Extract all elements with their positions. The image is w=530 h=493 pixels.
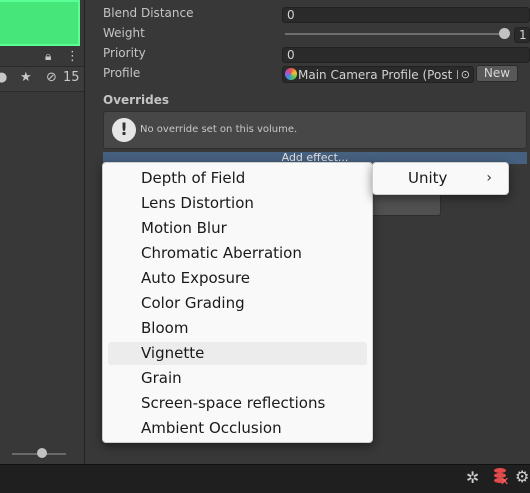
chevron-right-icon: › bbox=[486, 170, 492, 186]
effect-category-menu: Unity › bbox=[372, 162, 509, 195]
menu-item-motion-blur[interactable]: Motion Blur bbox=[108, 217, 367, 240]
weight-slider-handle[interactable] bbox=[499, 28, 510, 39]
menu-item-label: Motion Blur bbox=[141, 219, 227, 237]
post-process-profile-icon bbox=[285, 68, 297, 80]
menu-item-vignette[interactable]: Vignette bbox=[108, 342, 367, 365]
menu-item-label: Grain bbox=[141, 369, 182, 387]
weight-slider-track[interactable] bbox=[285, 33, 505, 35]
menu-item-label: Lens Distortion bbox=[141, 194, 254, 212]
info-icon: ! bbox=[112, 118, 136, 142]
priority-field[interactable]: 0 bbox=[282, 47, 530, 63]
menu-item-chromatic-aberration[interactable]: Chromatic Aberration bbox=[108, 242, 367, 265]
blend-distance-field[interactable]: 0 bbox=[282, 7, 530, 23]
menu-item-depth-of-field[interactable]: Depth of Field bbox=[108, 167, 367, 190]
menu-item-label: Screen-space reflections bbox=[141, 394, 326, 412]
weight-label: Weight bbox=[103, 26, 145, 40]
circle-toggle-icon[interactable]: ● bbox=[0, 71, 7, 85]
menu-item-label: Vignette bbox=[141, 344, 205, 362]
menu-item-lens-distortion[interactable]: Lens Distortion bbox=[108, 192, 367, 215]
menu-item-ambient-occlusion[interactable]: Ambient Occlusion bbox=[108, 417, 367, 440]
database-error-icon[interactable]: ✕ bbox=[494, 467, 509, 488]
new-profile-button[interactable]: New bbox=[476, 65, 518, 82]
scene-preview-thumbnail[interactable] bbox=[0, 0, 80, 46]
menu-item-grain[interactable]: Grain bbox=[108, 367, 367, 390]
menu-item-screen-space-reflections[interactable]: Screen-space reflections bbox=[108, 392, 367, 415]
add-effect-menu: Depth of Field Lens Distortion Motion Bl… bbox=[102, 162, 373, 443]
star-icon[interactable]: ★ bbox=[20, 71, 32, 85]
priority-label: Priority bbox=[103, 46, 146, 60]
status-bar bbox=[0, 464, 530, 493]
gear-icon[interactable]: ⚙ bbox=[515, 467, 529, 486]
scene-visibility-toolbar: ● ★ ⊘ 15 bbox=[0, 66, 84, 92]
menu-item-label: Unity bbox=[408, 169, 448, 187]
overrides-heading: Overrides bbox=[103, 93, 169, 107]
menu-item-color-grading[interactable]: Color Grading bbox=[108, 292, 367, 315]
eye-slash-icon[interactable]: ⊘ bbox=[46, 71, 57, 85]
menu-item-label: Chromatic Aberration bbox=[141, 244, 302, 262]
profile-label: Profile bbox=[103, 66, 141, 80]
weight-field[interactable]: 1 bbox=[514, 27, 530, 43]
menu-item-label: Auto Exposure bbox=[141, 269, 251, 287]
menu-item-label: Bloom bbox=[141, 319, 189, 337]
menu-item-unity[interactable]: Unity › bbox=[378, 167, 504, 190]
visibility-count: 15 bbox=[63, 70, 80, 85]
menu-item-label: Color Grading bbox=[141, 294, 245, 312]
more-options-icon[interactable]: ⋮ bbox=[66, 49, 79, 64]
help-message: No override set on this volume. bbox=[140, 124, 298, 135]
zoom-slider-handle[interactable] bbox=[37, 448, 47, 458]
menu-item-bloom[interactable]: Bloom bbox=[108, 317, 367, 340]
menu-item-label: Depth of Field bbox=[141, 169, 246, 187]
hierarchy-panel: 🔒︎ ⋮ ● ★ ⊘ 15 bbox=[0, 0, 85, 464]
menu-item-auto-exposure[interactable]: Auto Exposure bbox=[108, 267, 367, 290]
menu-item-label: Ambient Occlusion bbox=[141, 419, 282, 437]
profile-name: Main Camera Profile (Post P bbox=[298, 68, 458, 82]
lock-icon[interactable]: 🔒︎ bbox=[45, 49, 51, 64]
object-picker-icon[interactable]: ⊙ bbox=[461, 68, 470, 82]
bug-icon[interactable]: ✲ bbox=[466, 468, 479, 487]
no-override-help-box: ! No override set on this volume. bbox=[103, 111, 527, 149]
profile-object-field[interactable]: Main Camera Profile (Post P ⊙ bbox=[282, 66, 474, 83]
blend-distance-label: Blend Distance bbox=[103, 6, 194, 20]
